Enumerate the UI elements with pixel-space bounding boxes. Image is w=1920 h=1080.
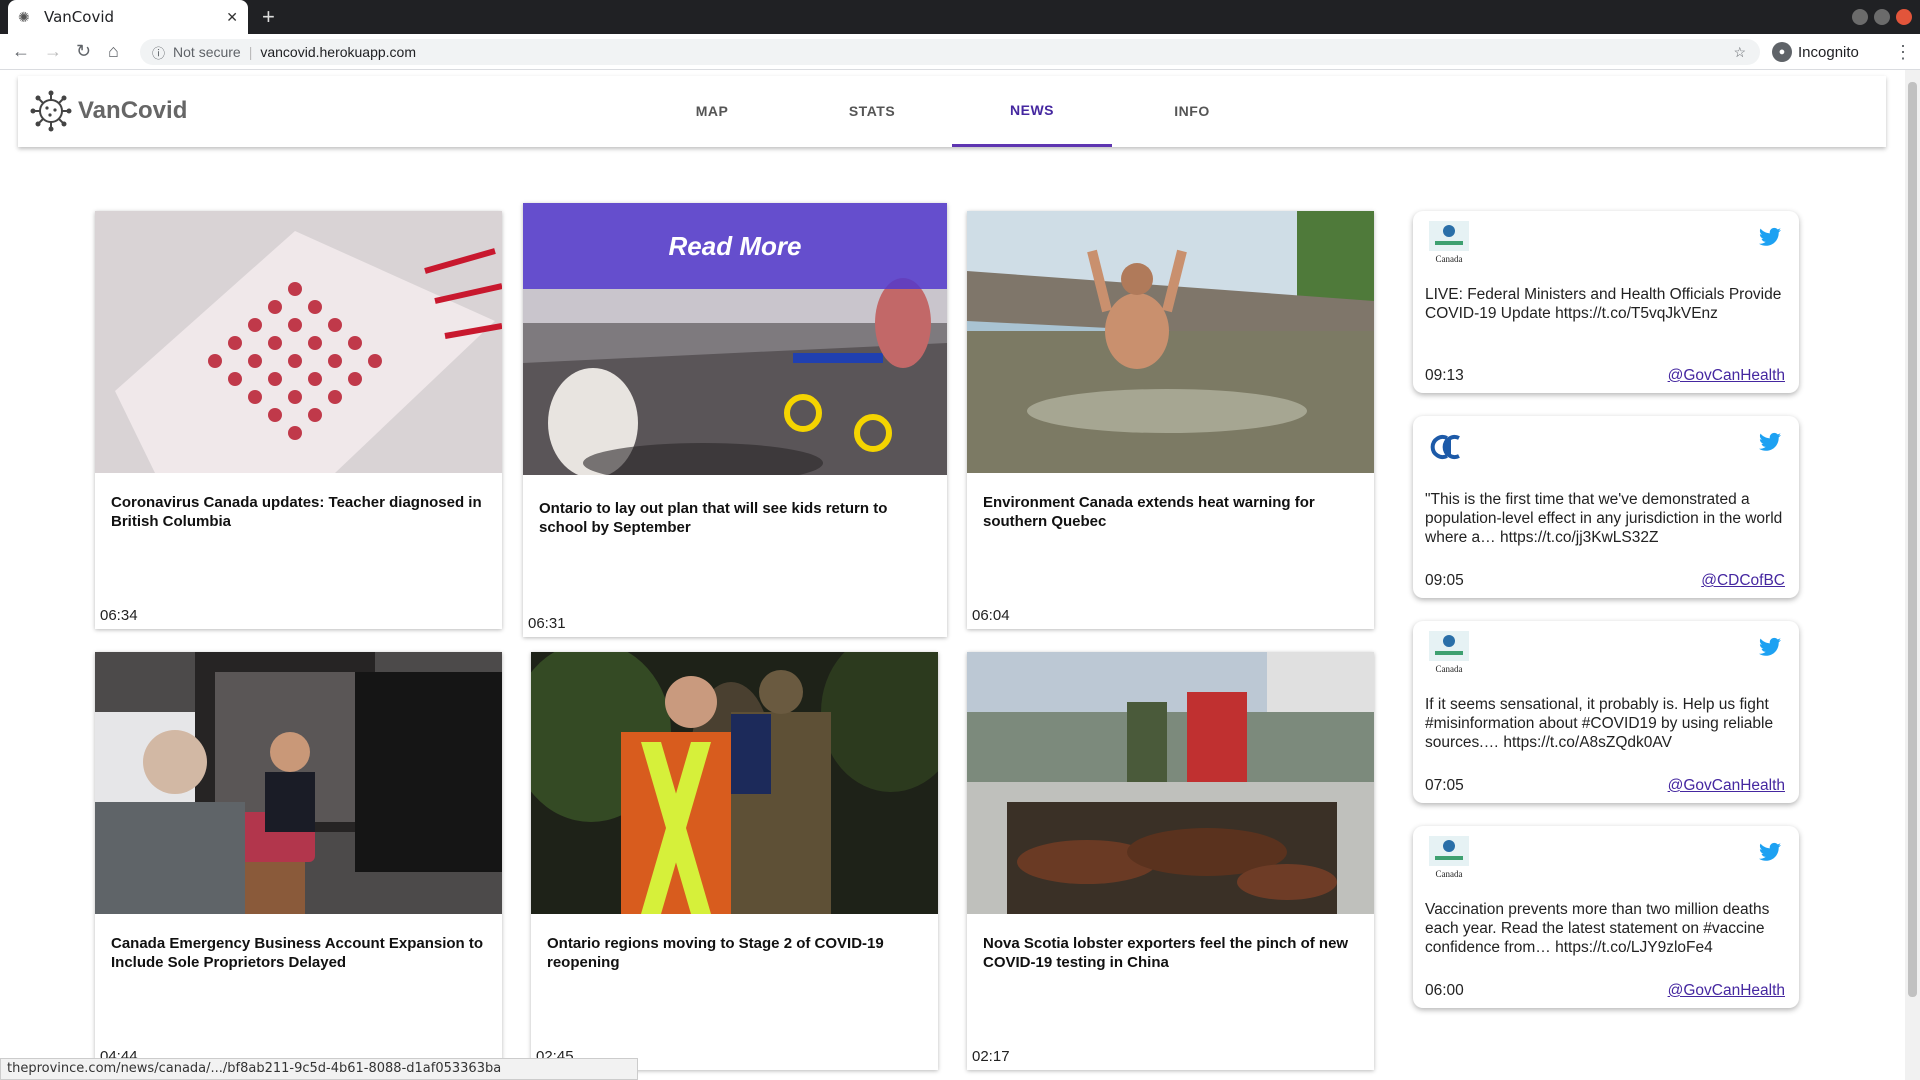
home-icon[interactable]: ⌂	[108, 41, 119, 62]
tweet-card[interactable]: Canada Vaccination prevents more than tw…	[1413, 826, 1799, 1008]
browser-tabbar: ✺ VanCovid ✕ +	[0, 0, 1920, 34]
svg-text:Canada: Canada	[1436, 254, 1463, 264]
tweet-card[interactable]: "This is the first time that we've demon…	[1413, 416, 1799, 598]
browser-menu-icon[interactable]: ⋮	[1894, 42, 1912, 63]
minimize-icon[interactable]	[1852, 9, 1868, 25]
scrollbar-thumb[interactable]	[1908, 82, 1917, 997]
news-image	[967, 211, 1374, 473]
svg-text:Canada: Canada	[1436, 869, 1463, 879]
news-headline: Ontario to lay out plan that will see ki…	[539, 500, 888, 536]
back-icon[interactable]: ←	[12, 41, 30, 62]
twitter-bird-icon[interactable]	[1759, 227, 1781, 247]
tab-stats[interactable]: STATS	[792, 76, 952, 147]
canada-logo-icon: Canada	[1429, 631, 1469, 674]
news-headline: Coronavirus Canada updates: Teacher diag…	[111, 494, 482, 530]
tweet-time: 09:05	[1425, 572, 1464, 589]
news-headline: Nova Scotia lobster exporters feel the p…	[983, 935, 1349, 971]
bookmark-star-icon[interactable]: ☆	[1733, 44, 1746, 61]
address-bar: ← → ↻ ⌂ ⓘ Not secure | vancovid.herokuap…	[0, 34, 1920, 70]
tweet-handle-link[interactable]: @CDCofBC	[1701, 572, 1785, 590]
url-text: vancovid.herokuapp.com	[260, 44, 417, 60]
news-card[interactable]: Coronavirus Canada updates: Teacher diag…	[95, 211, 502, 629]
tweet-card[interactable]: Canada If it seems sensational, it proba…	[1413, 621, 1799, 803]
forward-icon[interactable]: →	[44, 41, 62, 62]
close-window-icon[interactable]	[1896, 9, 1912, 25]
tweet-handle-link[interactable]: @GovCanHealth	[1668, 982, 1785, 1000]
tweet-card[interactable]: Canada LIVE: Federal Ministers and Healt…	[1413, 211, 1799, 393]
tweet-time: 09:13	[1425, 367, 1464, 384]
incognito-label: Incognito	[1798, 43, 1859, 61]
canada-logo-icon: Canada	[1429, 836, 1469, 879]
news-time: 06:34	[100, 607, 138, 624]
tab-news[interactable]: NEWS	[952, 76, 1112, 147]
news-headline: Ontario regions moving to Stage 2 of COV…	[547, 935, 884, 971]
reload-icon[interactable]: ↻	[76, 41, 91, 62]
news-card[interactable]: Canada Emergency Business Account Expans…	[95, 652, 502, 1070]
tweet-time: 07:05	[1425, 777, 1464, 794]
virus-logo-icon	[30, 90, 72, 132]
news-card[interactable]: Ontario regions moving to Stage 2 of COV…	[531, 652, 938, 1070]
tweet-text: LIVE: Federal Ministers and Health Offic…	[1425, 286, 1782, 322]
news-headline: Canada Emergency Business Account Expans…	[111, 935, 484, 971]
news-card[interactable]: Nova Scotia lobster exporters feel the p…	[967, 652, 1374, 1070]
news-image	[95, 211, 502, 473]
twitter-bird-icon[interactable]	[1759, 432, 1781, 452]
incognito-indicator[interactable]: ● Incognito	[1772, 42, 1859, 62]
security-label: Not secure	[173, 44, 241, 60]
tweet-handle-link[interactable]: @GovCanHealth	[1668, 367, 1785, 385]
news-card[interactable]: Read More Ontario to lay out plan that w…	[523, 203, 947, 637]
news-time: 06:31	[528, 615, 566, 632]
tweet-handle-link[interactable]: @GovCanHealth	[1668, 777, 1785, 795]
canada-logo-icon: Canada	[1429, 221, 1469, 264]
maximize-icon[interactable]	[1874, 9, 1890, 25]
browser-tab[interactable]: ✺ VanCovid ✕	[8, 0, 248, 34]
tweet-time: 06:00	[1425, 982, 1464, 999]
news-image	[967, 652, 1374, 914]
incognito-icon: ●	[1772, 42, 1792, 62]
tweet-text: If it seems sensational, it probably is.…	[1425, 696, 1774, 751]
url-input[interactable]: ⓘ Not secure | vancovid.herokuapp.com ☆	[140, 39, 1760, 65]
cdc-logo-icon	[1430, 435, 1460, 459]
new-tab-icon[interactable]: +	[262, 4, 275, 30]
news-image	[531, 652, 938, 914]
tab-map[interactable]: MAP	[632, 76, 792, 147]
app-viewport: VanCovid MAP STATS NEWS INFO Coronavirus…	[0, 70, 1905, 1080]
brand-logo[interactable]: VanCovid	[30, 90, 187, 132]
news-headline: Environment Canada extends heat warning …	[983, 494, 1315, 530]
virus-favicon-icon: ✺	[18, 9, 30, 25]
tab-title: VanCovid	[44, 8, 115, 26]
tweet-text: "This is the first time that we've demon…	[1425, 491, 1783, 546]
link-status-bar: theprovince.com/news/canada/.../bf8ab211…	[0, 1058, 638, 1080]
info-icon[interactable]: ⓘ	[152, 43, 165, 62]
tab-info[interactable]: INFO	[1112, 76, 1272, 147]
svg-text:Canada: Canada	[1436, 664, 1463, 674]
news-time: 02:17	[972, 1048, 1010, 1065]
tweet-text: Vaccination prevents more than two milli…	[1425, 901, 1770, 956]
window-controls	[1852, 9, 1912, 25]
news-card[interactable]: Environment Canada extends heat warning …	[967, 211, 1374, 629]
twitter-bird-icon[interactable]	[1759, 842, 1781, 862]
read-more-overlay[interactable]: Read More	[523, 203, 947, 289]
brand-name: VanCovid	[78, 97, 188, 124]
url-separator: |	[248, 44, 253, 60]
news-time: 06:04	[972, 607, 1010, 624]
app-header: VanCovid MAP STATS NEWS INFO	[18, 76, 1886, 147]
twitter-bird-icon[interactable]	[1759, 637, 1781, 657]
close-tab-icon[interactable]: ✕	[226, 9, 238, 26]
news-image	[95, 652, 502, 914]
